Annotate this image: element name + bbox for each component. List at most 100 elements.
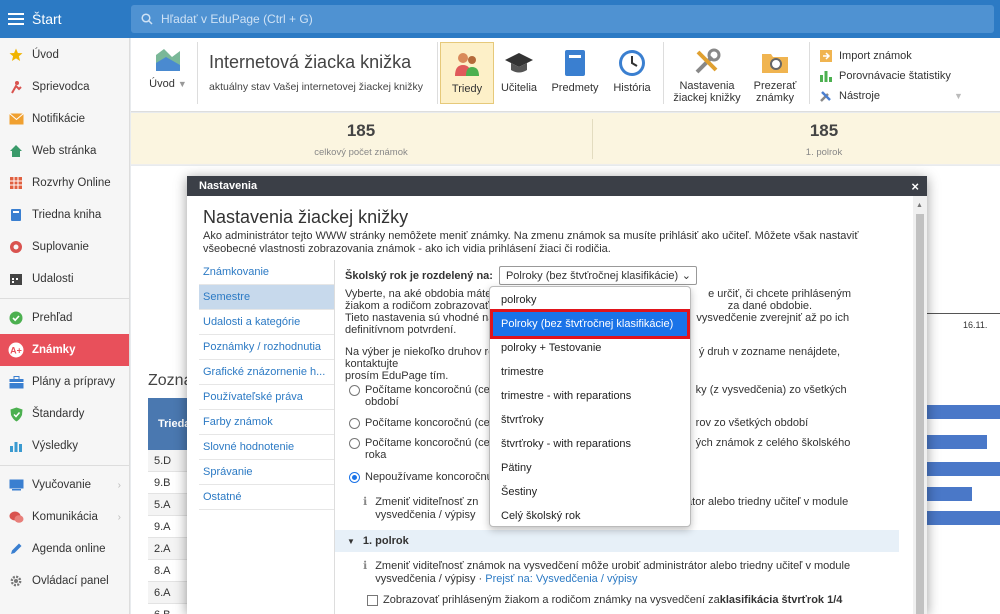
section-header-1-polrok[interactable]: ▼ 1. polrok [335, 530, 899, 552]
table-row[interactable]: 8.A [148, 560, 188, 582]
sidebar-divider [0, 298, 129, 299]
sidebar-item-vyucovanie[interactable]: Vyučovanie › [0, 469, 129, 501]
wrench-icon [819, 89, 833, 103]
prezerat-znamky-button[interactable]: Prezerať známky [747, 42, 803, 104]
dropdown-option[interactable]: Celý školský rok [490, 504, 690, 528]
sidebar-item-prehlad[interactable]: Prehľad [0, 302, 129, 334]
dropdown-option[interactable]: štvrťroky [490, 408, 690, 432]
lifebuoy-icon [8, 239, 24, 255]
sidebar-item-agenda[interactable]: Agenda online [0, 533, 129, 565]
info-icon: ℹ [363, 496, 368, 508]
sidebar-item-znamky[interactable]: A+ Známky [0, 334, 129, 366]
sidebar-item-notifikacie[interactable]: Notifikácie [0, 103, 129, 135]
chart-bar [927, 405, 1000, 419]
scroll-up-icon[interactable]: ▲ [916, 202, 923, 209]
scrollbar-thumb[interactable] [916, 214, 924, 614]
sidebar-item-komunikacia[interactable]: Komunikácia › [0, 501, 129, 533]
table-row[interactable]: 9.A [148, 516, 188, 538]
sidebar-item-label: Agenda online [32, 543, 106, 555]
nastavenia-button[interactable]: Nastavenia žiackej knižky [669, 42, 745, 104]
radio-button-selected[interactable] [349, 472, 360, 483]
sidebar-item-plany[interactable]: Plány a prípravy [0, 366, 129, 398]
nastroje-dropdown[interactable]: Nástroje ▼ [819, 86, 963, 106]
table-row[interactable]: 5.A [148, 494, 188, 516]
sidebar-item-label: Prehľad [32, 312, 73, 324]
nav-znamkovanie[interactable]: Známkovanie [199, 260, 334, 285]
radio-button[interactable] [349, 418, 360, 429]
sidebar-item-standardy[interactable]: Štandardy [0, 398, 129, 430]
dropdown-option-selected[interactable]: Polroky (bez štvťročnej klasifikácie) [490, 309, 690, 339]
nav-farby[interactable]: Farby známok [199, 410, 334, 435]
chart-bar [927, 462, 1000, 476]
info-text: Zmeniť viditeľnosť známok na vysvedčení … [375, 560, 851, 572]
tab-label: Predmety [551, 82, 599, 94]
sidebar-item-uvod[interactable]: Úvod [0, 39, 129, 71]
dropdown-option[interactable]: Pätiny [490, 456, 690, 480]
chart-bar [927, 511, 1000, 525]
radio-button[interactable] [349, 385, 360, 396]
dropdown-option[interactable]: trimestre - with reparations [490, 384, 690, 408]
nav-udalosti[interactable]: Udalosti a kategórie [199, 310, 334, 335]
dropdown-option[interactable]: trimestre [490, 360, 690, 384]
sidebar-item-web-stranka[interactable]: Web stránka [0, 135, 129, 167]
dropdown-option[interactable]: Šestiny [490, 480, 690, 504]
tab-triedy[interactable]: Triedy [440, 42, 494, 104]
search-input[interactable]: Hľadať v EduPage (Ctrl + G) [131, 5, 994, 33]
table-row[interactable]: 5.D [148, 450, 188, 472]
nav-graficke[interactable]: Grafické znázornenie h... [199, 360, 334, 385]
sidebar-item-rozvrhy[interactable]: Rozvrhy Online [0, 167, 129, 199]
dropdown-option[interactable]: polroky + Testovanie [490, 336, 690, 360]
import-znamok-link[interactable]: Import známok [819, 46, 963, 66]
table-row[interactable]: 6.B [148, 604, 188, 614]
nav-spravanie[interactable]: Správanie [199, 460, 334, 485]
start-label: Štart [32, 11, 62, 27]
chat-icon [8, 509, 24, 525]
page-subtitle: aktuálny stav Vašej internetovej žiackej… [209, 81, 423, 93]
sidebar-item-vysledky[interactable]: Výsledky [0, 430, 129, 462]
nav-prava[interactable]: Používateľské práva [199, 385, 334, 410]
sidebar-item-suplovanie[interactable]: Suplovanie [0, 231, 129, 263]
sidebar-item-sprievodca[interactable]: Sprievodca [0, 71, 129, 103]
uvod-menu-button[interactable]: Úvod ▼ [143, 42, 193, 104]
year-division-dropdown-list[interactable]: polroky Polroky (bez štvťročnej klasifik… [489, 286, 691, 527]
nav-poznamky[interactable]: Poznámky / rozhodnutia [199, 335, 334, 360]
dialog-scrollbar[interactable]: ▲ [913, 196, 927, 614]
tab-label: História [613, 82, 651, 94]
chevron-right-icon: › [117, 511, 121, 523]
dropdown-option[interactable]: polroky [490, 288, 690, 312]
tab-predmety[interactable]: Predmety [549, 42, 601, 104]
sidebar-item-triedna-kniha[interactable]: Triedna kniha [0, 199, 129, 231]
start-menu-button[interactable]: Štart [0, 0, 130, 38]
import-icon [819, 49, 833, 63]
gear-icon [8, 573, 24, 589]
class-table: Trieda 5.D 9.B 5.A 9.A 2.A 8.A 6.A 6.B [148, 398, 190, 614]
toolbar-divider [437, 42, 438, 104]
uvod-label: Úvod [149, 78, 175, 90]
chevron-right-icon: › [117, 479, 121, 491]
dialog-title: Nastavenia žiackej knižky [203, 207, 409, 227]
checkbox[interactable] [367, 594, 378, 606]
nav-slovne[interactable]: Slovné hodnotenie [199, 435, 334, 460]
table-row[interactable]: 6.A [148, 582, 188, 604]
sidebar-item-label: Notifikácie [32, 113, 86, 125]
sidebar-item-udalosti[interactable]: Udalosti [0, 263, 129, 295]
stats-divider [592, 119, 593, 159]
table-row[interactable]: 2.A [148, 538, 188, 560]
close-icon[interactable]: × [911, 179, 919, 194]
dropdown-option[interactable]: štvrťroky - with reparations [490, 432, 690, 456]
tab-ucitelia[interactable]: Učitelia [497, 42, 541, 104]
tab-label: Učitelia [500, 82, 538, 94]
radio-label: Nepoužívame koncoročnú [365, 471, 493, 483]
nav-semestre[interactable]: Semestre [199, 285, 334, 310]
year-division-select[interactable]: Polroky (bez štvťročnej klasifikácie) ⌄ [498, 266, 697, 285]
nav-ostatne[interactable]: Ostatné [199, 485, 334, 510]
table-header[interactable]: Trieda [148, 398, 190, 450]
radio-button[interactable] [349, 438, 360, 449]
sidebar-item-ovladaci-panel[interactable]: Ovládací panel [0, 565, 129, 597]
porovnavacie-statistiky-link[interactable]: Porovnávacie štatistiky [819, 66, 963, 86]
calendar-icon [8, 271, 24, 287]
tab-historia[interactable]: História [609, 42, 655, 104]
vysvedcenia-link[interactable]: Prejsť na: Vysvedčenia / výpisy [485, 573, 637, 585]
table-row[interactable]: 9.B [148, 472, 188, 494]
show-grades-checkbox-row[interactable]: Zobrazovať prihláseným žiakom a rodičom … [367, 594, 842, 606]
